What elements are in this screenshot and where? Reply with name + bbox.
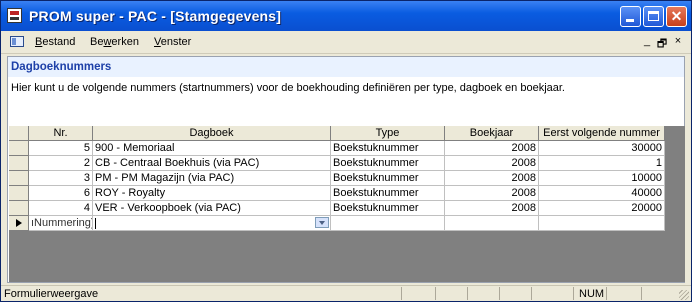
cell-nummer[interactable]: 10000 bbox=[539, 171, 665, 186]
cell-type[interactable]: Boekstuknummer bbox=[331, 201, 445, 216]
dagboek-combobox[interactable] bbox=[93, 216, 331, 231]
cell-dagboek[interactable]: ROY - Royalty bbox=[93, 186, 331, 201]
child-minimize-button[interactable]: _ bbox=[640, 35, 654, 47]
column-header-boekjaar[interactable]: Boekjaar bbox=[445, 126, 539, 141]
app-icon[interactable] bbox=[7, 8, 22, 23]
menu-venster-label: enster bbox=[160, 36, 192, 48]
column-header-dagboek[interactable]: Dagboek bbox=[93, 126, 331, 141]
dropdown-arrow-icon[interactable] bbox=[315, 217, 329, 228]
cell-boekjaar[interactable]: 2008 bbox=[445, 186, 539, 201]
status-bar: Formulierweergave NUM bbox=[1, 285, 691, 301]
record-selector[interactable] bbox=[9, 156, 29, 171]
section-title: Dagboeknummers bbox=[11, 61, 112, 73]
record-selector[interactable] bbox=[9, 171, 29, 186]
record-selector-current[interactable] bbox=[9, 216, 29, 231]
column-header-nr[interactable]: Nr. bbox=[29, 126, 93, 141]
resize-grip-icon[interactable] bbox=[679, 290, 689, 300]
text-caret bbox=[95, 218, 96, 229]
info-text: Hier kunt u de volgende nummers (startnu… bbox=[11, 82, 565, 94]
menu-bar: Bestand Bewerken Venster _ 🗗 × bbox=[1, 31, 691, 54]
table-row[interactable]: 2 CB - Centraal Boekhuis (via PAC) Boeks… bbox=[9, 156, 665, 171]
menu-venster-accel: V bbox=[154, 36, 161, 48]
cell-boekjaar[interactable]: 2008 bbox=[445, 156, 539, 171]
cell-nummer-empty[interactable] bbox=[539, 216, 665, 231]
status-divider bbox=[573, 287, 574, 300]
num-lock-indicator: NUM bbox=[579, 288, 605, 300]
minimize-button[interactable] bbox=[620, 6, 641, 27]
cell-nr[interactable]: 2 bbox=[29, 156, 93, 171]
menu-document-icon[interactable] bbox=[10, 36, 24, 47]
cell-boekjaar-empty[interactable] bbox=[445, 216, 539, 231]
child-restore-button[interactable]: 🗗 bbox=[655, 35, 669, 54]
record-selector[interactable] bbox=[9, 141, 29, 156]
status-divider bbox=[435, 287, 436, 300]
cell-type-empty[interactable] bbox=[331, 216, 445, 231]
table-row[interactable]: 3 PM - PM Magazijn (via PAC) Boekstuknum… bbox=[9, 171, 665, 186]
close-icon: ✕ bbox=[670, 8, 683, 24]
status-divider bbox=[401, 287, 402, 300]
cell-nr[interactable]: 4 bbox=[29, 201, 93, 216]
cell-dagboek[interactable]: PM - PM Magazijn (via PAC) bbox=[93, 171, 331, 186]
record-selector[interactable] bbox=[9, 201, 29, 216]
column-header-type[interactable]: Type bbox=[331, 126, 445, 141]
cell-nummer[interactable]: 20000 bbox=[539, 201, 665, 216]
cell-dagboek[interactable]: VER - Verkoopboek (via PAC) bbox=[93, 201, 331, 216]
cell-nr[interactable]: 5 bbox=[29, 141, 93, 156]
cell-dagboek[interactable]: 900 - Memoriaal bbox=[93, 141, 331, 156]
cell-nummer[interactable]: 1 bbox=[539, 156, 665, 171]
cell-nummer[interactable]: 30000 bbox=[539, 141, 665, 156]
record-selector-arrow-icon bbox=[16, 219, 22, 227]
menu-venster[interactable]: Venster bbox=[154, 36, 191, 48]
record-selector[interactable] bbox=[9, 186, 29, 201]
cell-type[interactable]: Boekstuknummer bbox=[331, 171, 445, 186]
cell-type[interactable]: Boekstuknummer bbox=[331, 141, 445, 156]
status-divider bbox=[641, 287, 642, 300]
window-title: PROM super - PAC - [Stamgegevens] bbox=[29, 8, 282, 24]
cell-boekjaar[interactable]: 2008 bbox=[445, 201, 539, 216]
menu-bestand-label: estand bbox=[42, 36, 76, 48]
status-divider bbox=[467, 287, 468, 300]
title-bar[interactable]: PROM super - PAC - [Stamgegevens] ✕ bbox=[1, 1, 691, 31]
status-divider bbox=[606, 287, 607, 300]
close-button[interactable]: ✕ bbox=[666, 6, 687, 27]
cell-type[interactable]: Boekstuknummer bbox=[331, 186, 445, 201]
application-window: PROM super - PAC - [Stamgegevens] ✕ Best… bbox=[0, 0, 692, 302]
column-header-eerst-volgende-nummer[interactable]: Eerst volgende nummer bbox=[539, 126, 665, 141]
section-header: Dagboeknummers bbox=[8, 57, 684, 77]
cell-nr[interactable]: 3 bbox=[29, 171, 93, 186]
corner-selector[interactable] bbox=[9, 126, 29, 141]
cell-type[interactable]: Boekstuknummer bbox=[331, 156, 445, 171]
maximize-button[interactable] bbox=[643, 6, 664, 27]
cell-nr-default[interactable]: ıNummering) bbox=[29, 216, 93, 231]
cell-dagboek[interactable]: CB - Centraal Boekhuis (via PAC) bbox=[93, 156, 331, 171]
menu-bewerken[interactable]: Bewerken bbox=[90, 36, 139, 48]
menu-bewerken-pre: Be bbox=[90, 36, 104, 48]
cell-boekjaar[interactable]: 2008 bbox=[445, 141, 539, 156]
form-panel: Dagboeknummers Hier kunt u de volgende n… bbox=[7, 56, 685, 283]
child-close-button[interactable]: × bbox=[671, 35, 685, 47]
new-record-row[interactable]: ıNummering) bbox=[9, 216, 665, 231]
table-row[interactable]: 6 ROY - Royalty Boekstuknummer 2008 4000… bbox=[9, 186, 665, 201]
cell-nr[interactable]: 6 bbox=[29, 186, 93, 201]
table-row[interactable]: 4 VER - Verkoopboek (via PAC) Boekstuknu… bbox=[9, 201, 665, 216]
menu-bewerken-post: erken bbox=[111, 36, 139, 48]
status-text: Formulierweergave bbox=[4, 288, 99, 300]
cell-nummer[interactable]: 40000 bbox=[539, 186, 665, 201]
table-row[interactable]: 5 900 - Memoriaal Boekstuknummer 2008 30… bbox=[9, 141, 665, 156]
maximize-icon bbox=[648, 11, 659, 21]
datasheet: Nr. Dagboek Type Boekjaar Eerst volgende… bbox=[9, 126, 685, 282]
minimize-icon bbox=[626, 19, 634, 22]
status-divider bbox=[531, 287, 532, 300]
status-divider bbox=[499, 287, 500, 300]
cell-boekjaar[interactable]: 2008 bbox=[445, 171, 539, 186]
menu-bestand[interactable]: Bestand bbox=[35, 36, 75, 48]
